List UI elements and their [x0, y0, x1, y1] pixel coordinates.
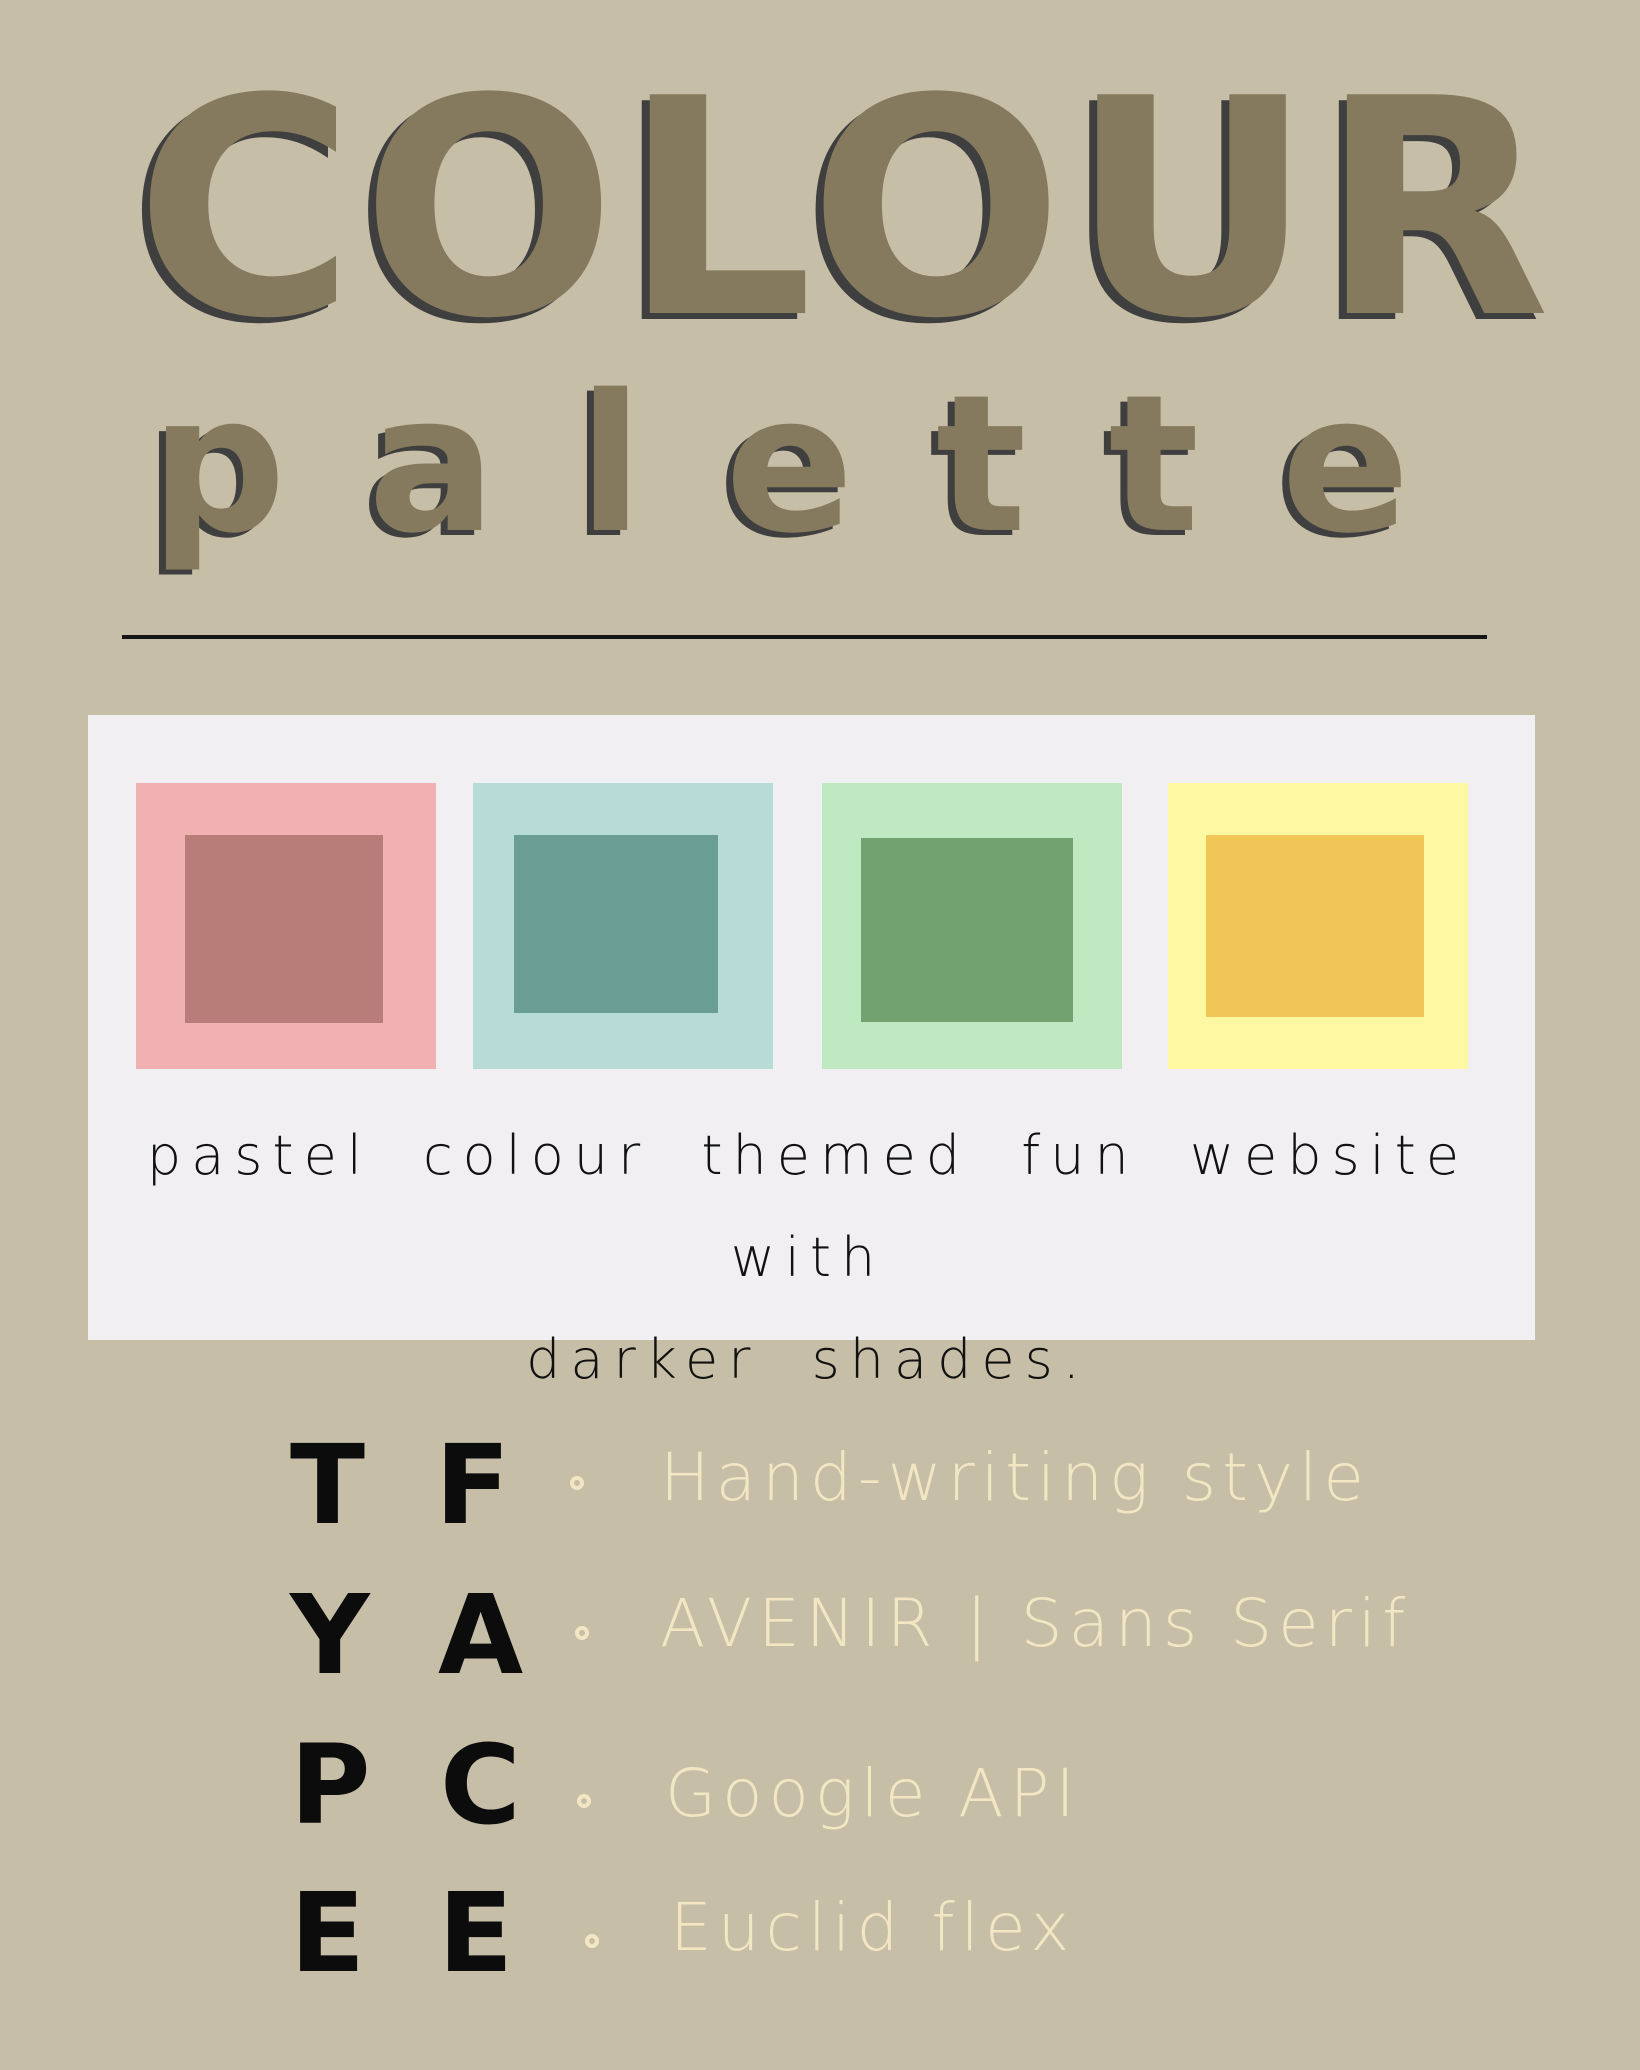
swatch-yellow-dark [1206, 835, 1424, 1017]
title-palette-letter: p [150, 354, 287, 575]
typeface-letter-right: C [440, 1721, 521, 1849]
typeface-item-text: Google API [665, 1755, 1081, 1832]
typeface-item-text: AVENIR | Sans Serif [660, 1585, 1412, 1662]
title-palette-letter: a [367, 354, 497, 575]
title-colour: COLOUR [135, 35, 1557, 384]
swatch-yellow [1168, 783, 1468, 1069]
swatch-green-dark [861, 838, 1073, 1022]
bullet-icon [575, 1626, 589, 1640]
swatch-teal-dark [514, 835, 718, 1013]
swatch-pink-dark [185, 835, 383, 1023]
typeface-row: Y A AVENIR | Sans Serif [285, 1570, 1485, 1720]
typeface-section: T F Hand-writing style Y A AVENIR | Sans… [285, 1420, 1485, 2020]
typeface-row: P C Google API [285, 1720, 1485, 1870]
bullet-icon [585, 1934, 599, 1948]
title-palette-letter: t [1108, 354, 1200, 575]
typeface-letter-right: F [435, 1421, 511, 1549]
typeface-letter-left: Y [290, 1571, 370, 1699]
typeface-letter-right: E [438, 1869, 514, 1997]
title-palette-letter: e [724, 354, 854, 575]
typeface-letter-left: T [290, 1421, 366, 1549]
title-palette: p a l e t t e [150, 370, 1410, 560]
palette-caption: pastel colour themed fun website with da… [128, 1105, 1488, 1411]
typeface-item-text: Euclid flex [670, 1889, 1076, 1966]
typeface-letter-left: E [290, 1869, 366, 1997]
typeface-row: E E Euclid flex [285, 1868, 1485, 2018]
swatch-green [822, 783, 1122, 1069]
typeface-letter-left: P [290, 1721, 371, 1849]
title-palette-letter: l [577, 354, 644, 575]
palette-caption-line2: darker shades. [526, 1328, 1090, 1391]
typeface-row: T F Hand-writing style [285, 1420, 1485, 1570]
swatch-pink [136, 783, 436, 1069]
typeface-item-text: Hand-writing style [660, 1439, 1370, 1516]
typeface-letter-right: A [438, 1571, 524, 1699]
palette-caption-line1: pastel colour themed fun website with [146, 1124, 1470, 1289]
title-divider [122, 635, 1487, 639]
palette-card: pastel colour themed fun website with da… [88, 715, 1535, 1391]
swatch-teal [473, 783, 773, 1069]
title-palette-letter: e [1281, 354, 1410, 575]
title-palette-letter: t [935, 354, 1027, 575]
bullet-icon [570, 1476, 584, 1490]
bullet-icon [577, 1794, 591, 1808]
